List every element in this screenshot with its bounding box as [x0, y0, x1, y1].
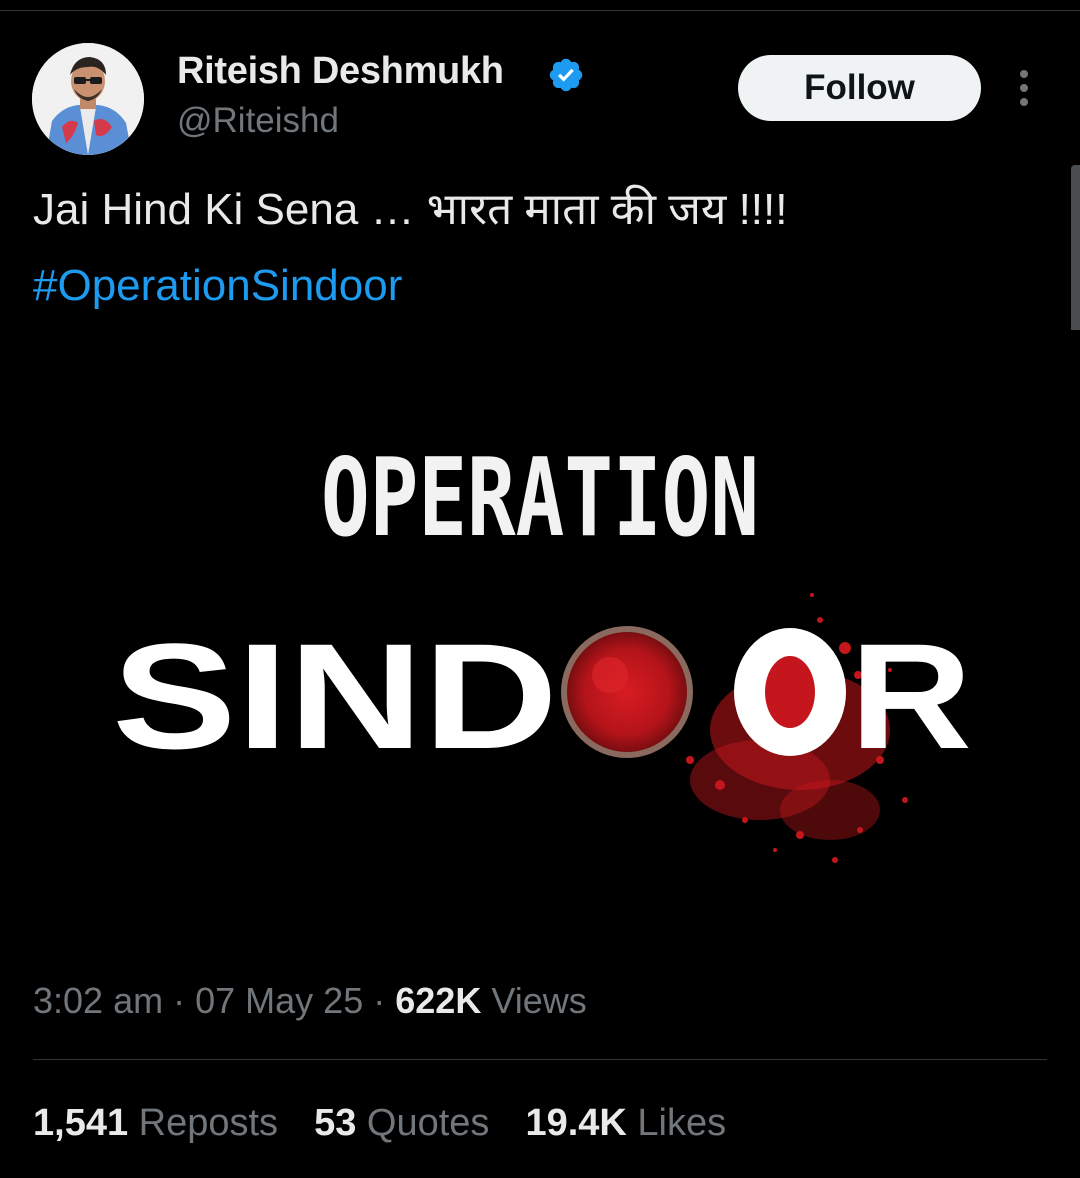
likes-label: Likes: [637, 1102, 727, 1144]
quotes-stat[interactable]: 53 Quotes: [314, 1102, 489, 1145]
stats-divider: [33, 1059, 1047, 1060]
author-handle[interactable]: @Riteishd: [177, 101, 339, 141]
engagement-stats: 1,541 Reposts 53 Quotes 19.4K Likes: [33, 1102, 726, 1145]
top-divider: [0, 10, 1080, 11]
tweet-meta: 3:02 am · 07 May 25 · 622K Views: [33, 980, 587, 1022]
likes-count: 19.4K: [525, 1102, 627, 1144]
follow-button[interactable]: Follow: [738, 55, 981, 121]
operation-sindoor-poster: OPERATION SIND R: [0, 330, 1080, 960]
profile-photo: [32, 43, 144, 155]
reposts-count: 1,541: [33, 1102, 129, 1144]
reposts-label: Reposts: [138, 1102, 279, 1144]
quotes-count: 53: [314, 1102, 357, 1144]
likes-stat[interactable]: 19.4K Likes: [525, 1102, 726, 1145]
poster-line2-right: R: [850, 612, 972, 780]
sindoor-bowl-icon: [561, 626, 693, 758]
views-label: Views: [491, 980, 587, 1021]
tweet-date[interactable]: 07 May 25: [195, 980, 363, 1021]
more-options-icon[interactable]: [1004, 66, 1044, 110]
quotes-label: Quotes: [366, 1102, 490, 1144]
tweet-media-image[interactable]: OPERATION SIND R: [0, 330, 1080, 960]
hashtag-link[interactable]: #OperationSindoor: [33, 260, 402, 312]
tweet-text: Jai Hind Ki Sena … भारत माता की जय !!!!: [33, 185, 788, 234]
poster-line2-left: SIND: [112, 612, 558, 780]
poster-line1: OPERATION: [321, 436, 759, 561]
author-display-name[interactable]: Riteish Deshmukh: [177, 50, 504, 93]
verified-badge-icon: [547, 56, 585, 94]
tweet-time[interactable]: 3:02 am: [33, 980, 163, 1021]
poster-second-o: [734, 628, 846, 756]
meta-separator: ·: [373, 980, 386, 1021]
meta-separator: ·: [173, 980, 186, 1021]
avatar[interactable]: [32, 43, 144, 155]
views-count: 622K: [395, 980, 482, 1021]
reposts-stat[interactable]: 1,541 Reposts: [33, 1102, 278, 1145]
